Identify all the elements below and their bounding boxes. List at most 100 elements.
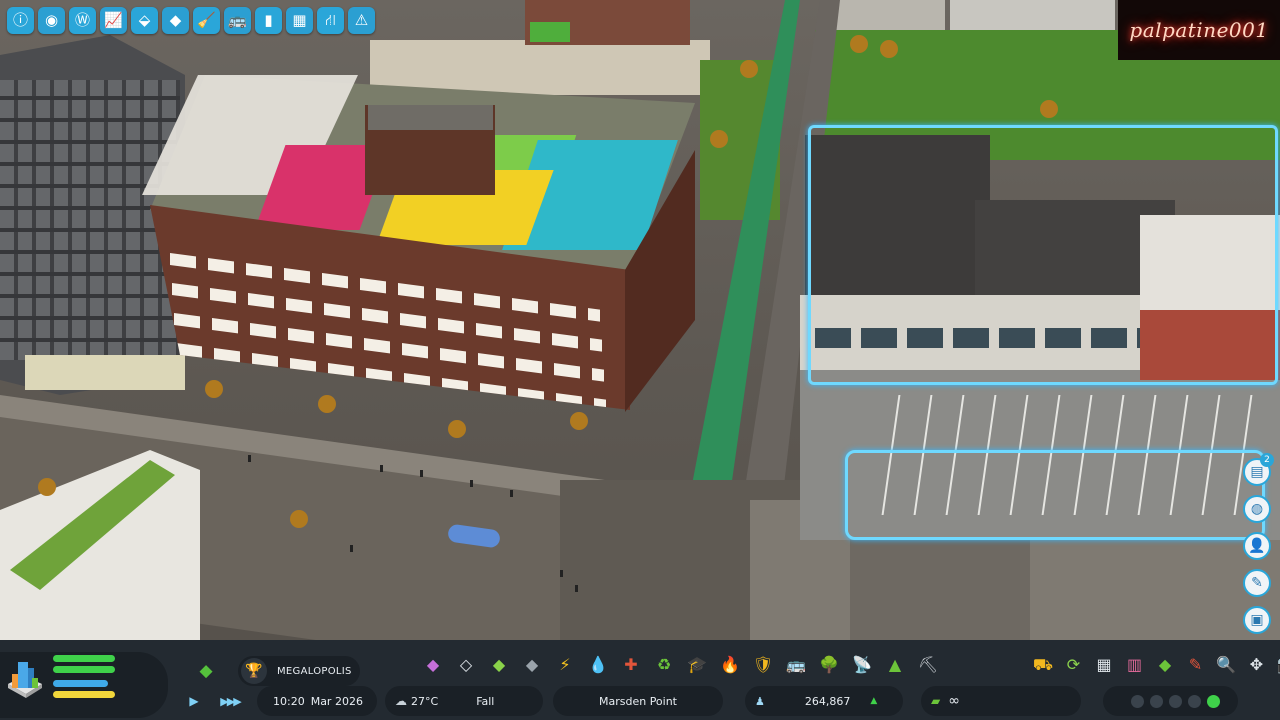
signature-tool-button[interactable]: ⛏ — [915, 652, 941, 678]
citizen-button[interactable]: 👤 — [1243, 532, 1271, 560]
police-tool-button[interactable]: 🛡 — [750, 652, 776, 678]
map-tiles-button[interactable]: ◆ — [193, 658, 219, 684]
city-name-chip[interactable]: Marsden Point — [553, 686, 723, 716]
area-tool-button[interactable]: ◆ — [519, 652, 545, 678]
districts-button[interactable]: ◆ — [162, 7, 189, 34]
time-chip: 10:20 Mar 2026 — [257, 686, 377, 716]
population-chip[interactable]: ♟ 264,867 ▲ — [745, 686, 903, 716]
water-meter — [53, 680, 108, 687]
garbage-tool-button[interactable]: ♻ — [651, 652, 677, 678]
cleaning-button[interactable]: 🧹 — [193, 7, 220, 34]
statistics-icon: 📈 — [104, 11, 123, 29]
move-tool-button[interactable]: ✥ — [1244, 652, 1270, 678]
money-chip[interactable]: ▰ ∞ — [921, 686, 1081, 716]
search-tool-button[interactable]: 🔍 — [1213, 652, 1239, 678]
transport-tool-button[interactable]: 🚌 — [783, 652, 809, 678]
globe-icon: ◍ — [1250, 501, 1264, 517]
notifications-chip[interactable] — [1103, 686, 1238, 716]
health-meter — [53, 666, 115, 673]
statistics-button[interactable]: 📈 — [100, 7, 127, 34]
brush-icon: ✎ — [1188, 655, 1203, 674]
transport-icon: 🚌 — [786, 655, 806, 674]
fire-tool-button[interactable]: 🔥 — [717, 652, 743, 678]
milestone-chip[interactable]: 🏆 MEGALOPOLIS — [238, 656, 360, 686]
camera-tool-button[interactable]: 📷 — [1274, 652, 1280, 678]
time-label: 10:20 — [273, 694, 305, 708]
vehicles-icon: 🚌 — [228, 11, 247, 29]
districts-icon: ◆ — [169, 11, 182, 29]
terrain-icon: ◆ — [1158, 655, 1172, 674]
trophy-icon: 🏆 — [241, 658, 267, 684]
weather-chip[interactable]: ☁ 27°C Fall — [385, 686, 543, 716]
map-tool-button[interactable]: ▦ — [1091, 652, 1117, 678]
selection-outline — [845, 450, 1265, 540]
fire-icon: 🔥 — [720, 655, 740, 674]
health-tool-button[interactable]: ✚ — [618, 652, 644, 678]
fast-forward-button[interactable]: ▶▶▶ — [213, 686, 247, 716]
city-viewport[interactable] — [0, 0, 1280, 640]
photo-button[interactable]: ▣ — [1243, 606, 1271, 634]
garbage-icon: ♻ — [656, 655, 672, 674]
landscaping-tool-button[interactable]: ◇ — [453, 652, 479, 678]
cloud-rain-icon: ☁ — [395, 694, 407, 708]
area-icon: ◆ — [525, 655, 539, 674]
tree — [880, 40, 898, 58]
bulldoze-tool-button[interactable]: ⛟ — [1030, 652, 1056, 678]
status-dot — [1150, 694, 1163, 708]
water-tool-button[interactable]: 💧 — [585, 652, 611, 678]
policies-tool-button[interactable]: ▥ — [1122, 652, 1148, 678]
zoning-icon: ◆ — [492, 655, 506, 674]
landscape-tool-button[interactable]: ▲ — [882, 652, 908, 678]
play-icon: ▶ — [189, 694, 199, 708]
photo-icon: ▣ — [1250, 612, 1264, 628]
watermark: palpatine001 — [1118, 0, 1280, 60]
wonders-button[interactable]: Ⓦ — [69, 7, 96, 34]
plaza-step — [850, 535, 1030, 640]
population-label: 264,867 — [804, 694, 851, 708]
city-name-label: Marsden Point — [598, 694, 677, 708]
pedestrian — [420, 470, 423, 477]
routes-icon: ⛙ — [325, 11, 336, 29]
power-meter — [53, 691, 115, 698]
status-dot — [1188, 694, 1201, 708]
energy-button[interactable]: ▮ — [255, 7, 282, 34]
tree — [38, 478, 56, 496]
notes-button[interactable]: ✎ — [1243, 569, 1271, 597]
vehicles-button[interactable]: 🚌 — [224, 7, 251, 34]
citizen-icon: 👤 — [1248, 538, 1266, 554]
education-tool-button[interactable]: 🎓 — [684, 652, 710, 678]
milestone-label: MEGALOPOLIS — [277, 665, 352, 677]
apartment-building — [835, 0, 945, 30]
roads-tool-button[interactable]: ◆ — [420, 652, 446, 678]
roads-icon: ◆ — [426, 655, 440, 674]
refresh-tool-button[interactable]: ⟳ — [1061, 652, 1087, 678]
smiley-icon — [1207, 694, 1220, 708]
routes-button[interactable]: ⛙ — [317, 7, 344, 34]
play-button[interactable]: ▶ — [183, 686, 205, 716]
terrain-tool-button[interactable]: ◆ — [1152, 652, 1178, 678]
globe-button[interactable]: ◍ — [1243, 495, 1271, 523]
chat-button[interactable]: ▤ 2 — [1243, 453, 1274, 486]
tree — [290, 510, 308, 528]
info-view-button[interactable]: ⓘ — [7, 7, 34, 34]
electricity-tool-button[interactable]: ⚡ — [552, 652, 578, 678]
construction-button[interactable]: ⚠ — [348, 7, 375, 34]
pedestrian — [350, 545, 353, 552]
zoning-button[interactable]: ▦ — [286, 7, 313, 34]
communication-icon: 📡 — [852, 655, 872, 674]
search-icon: 🔍 — [1216, 655, 1236, 674]
fast-forward-icon: ▶▶▶ — [220, 694, 241, 708]
wonders-icon: Ⓦ — [74, 11, 90, 29]
communication-tool-button[interactable]: 📡 — [849, 652, 875, 678]
city-icon[interactable] — [4, 654, 46, 700]
tree — [1040, 100, 1058, 118]
overview-button[interactable]: ◉ — [38, 7, 65, 34]
zoning-tool-button[interactable]: ◆ — [486, 652, 512, 678]
parks-tool-button[interactable]: 🌳 — [816, 652, 842, 678]
shop-awning — [530, 22, 570, 42]
zoning-icon: ▦ — [292, 11, 307, 29]
temperature-label: 27°C — [411, 694, 439, 708]
roads-layer-button[interactable]: ⬙ — [131, 7, 158, 34]
brush-tool-button[interactable]: ✎ — [1183, 652, 1209, 678]
chat-icon: ▤ — [1250, 464, 1264, 480]
